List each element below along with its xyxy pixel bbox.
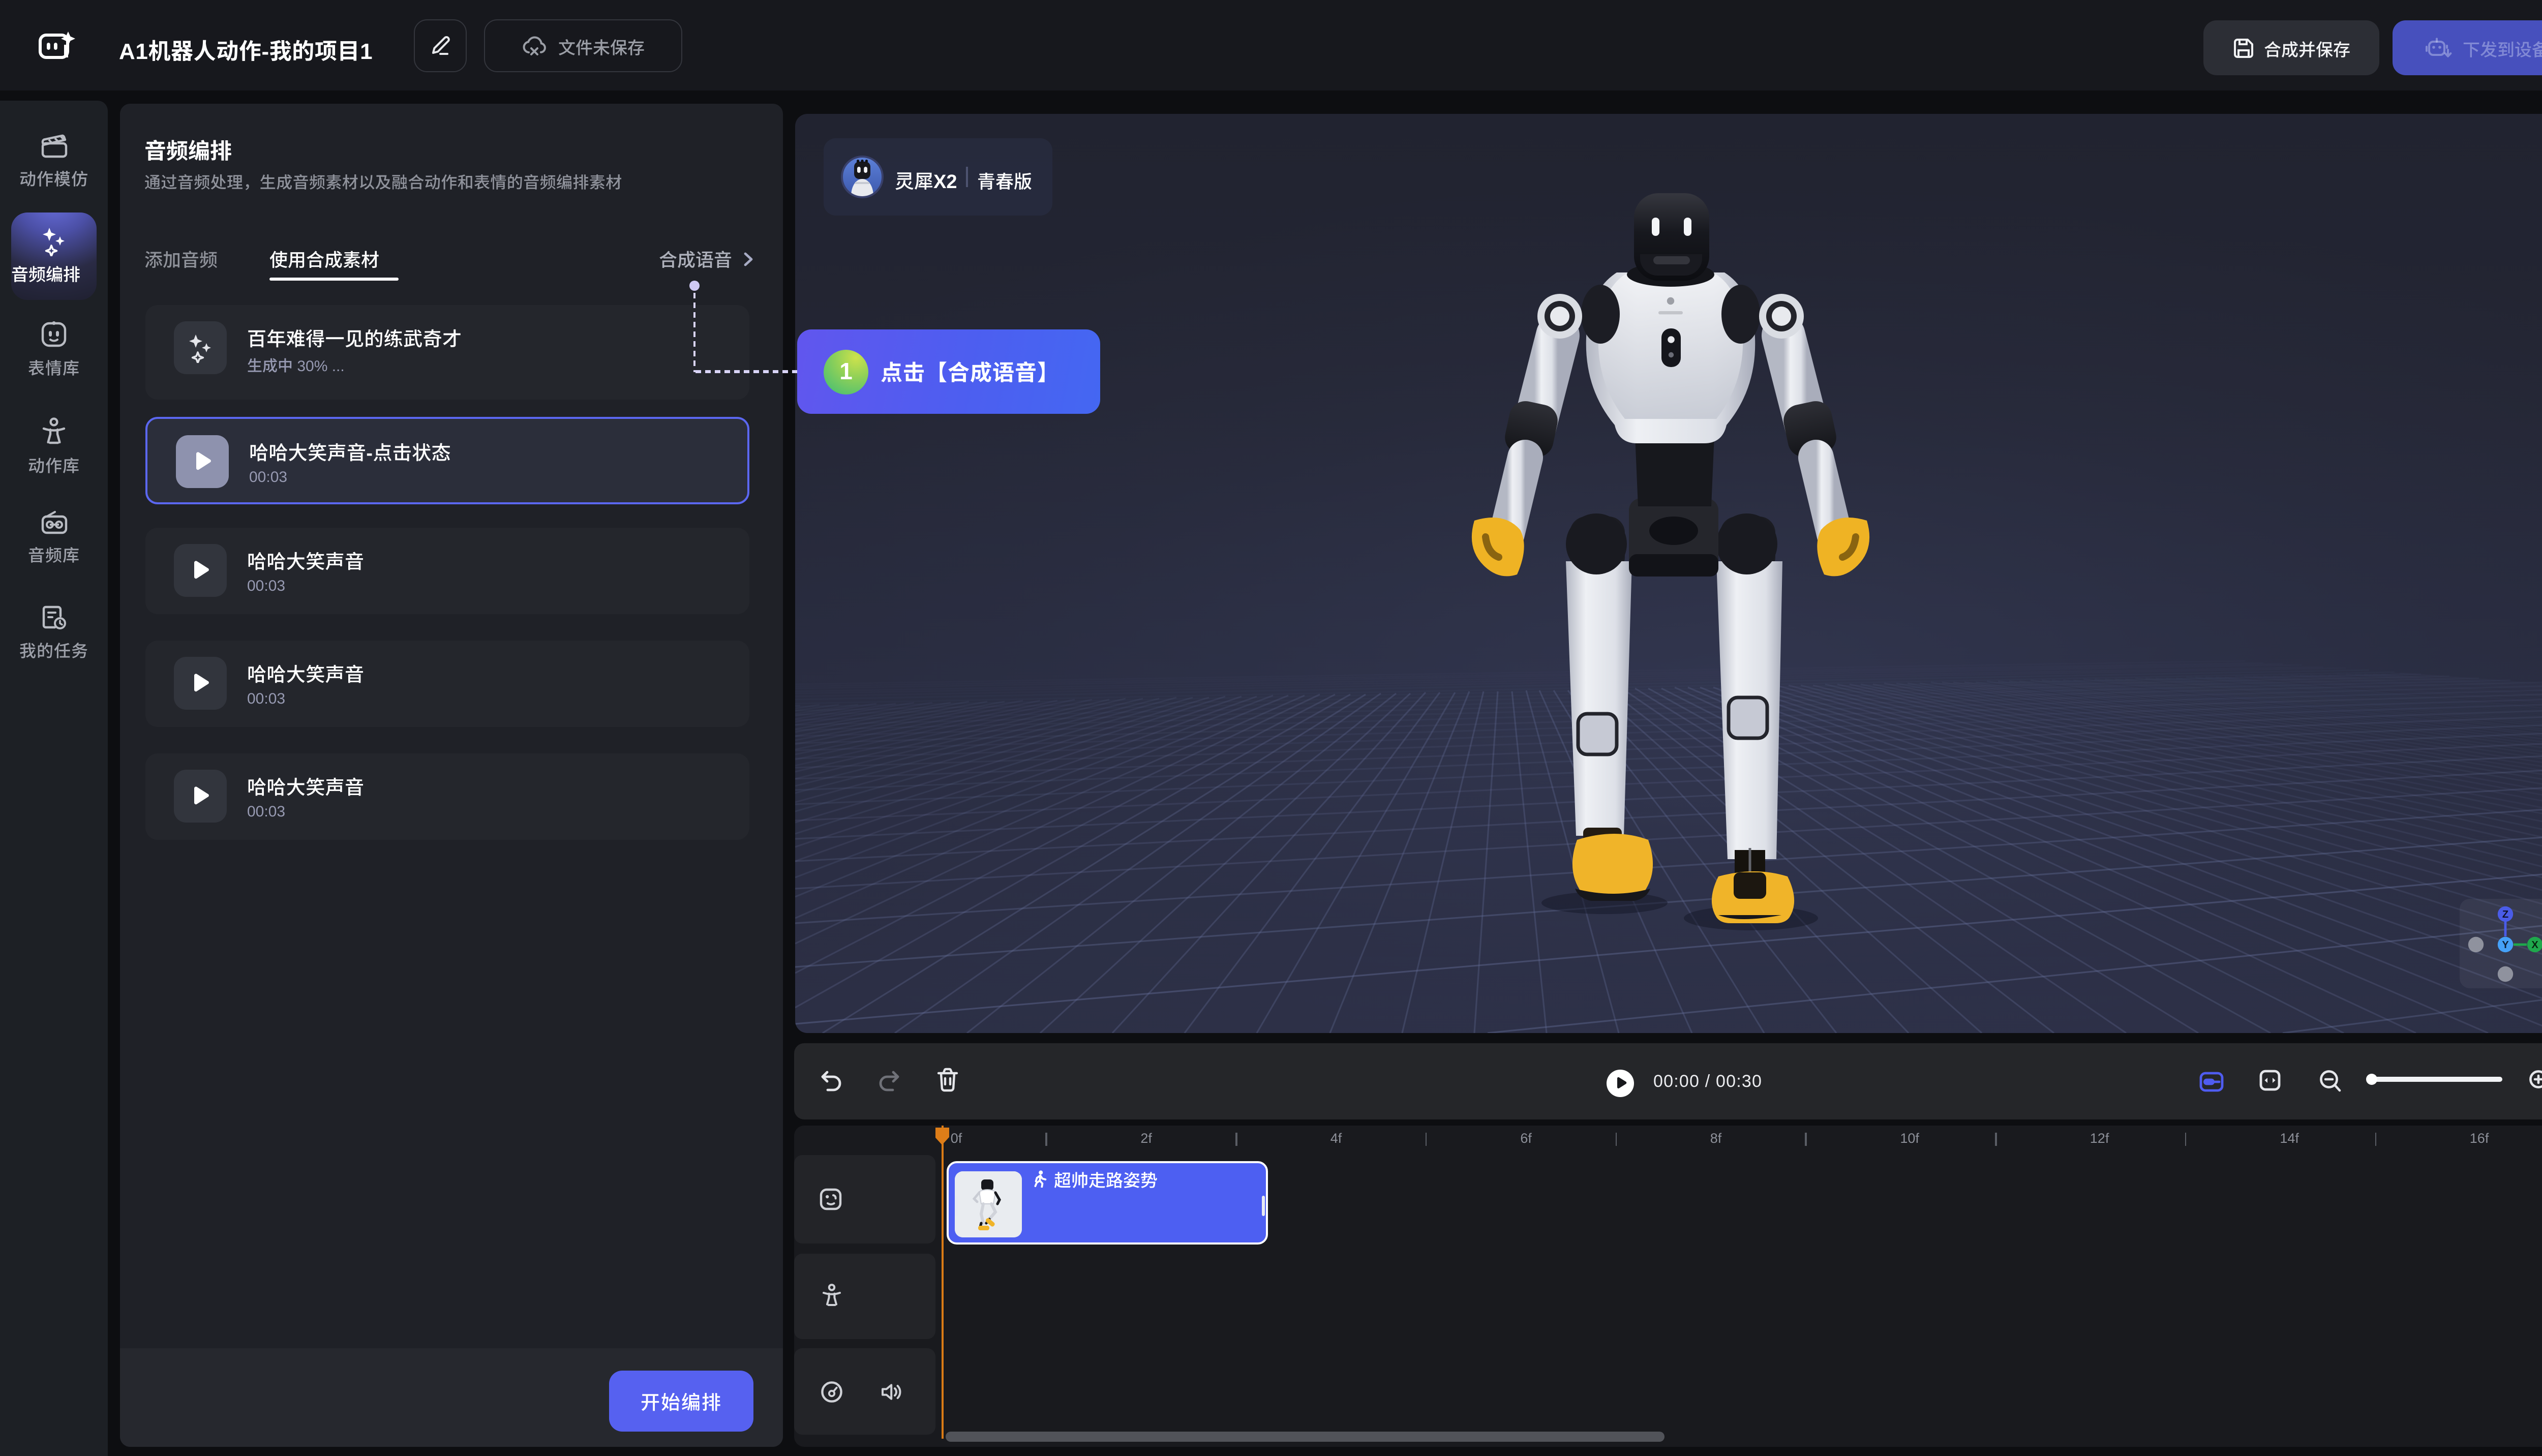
svg-text:X: X xyxy=(2531,939,2538,951)
svg-text:Y: Y xyxy=(2502,939,2509,951)
svg-text:Z: Z xyxy=(2502,909,2508,920)
